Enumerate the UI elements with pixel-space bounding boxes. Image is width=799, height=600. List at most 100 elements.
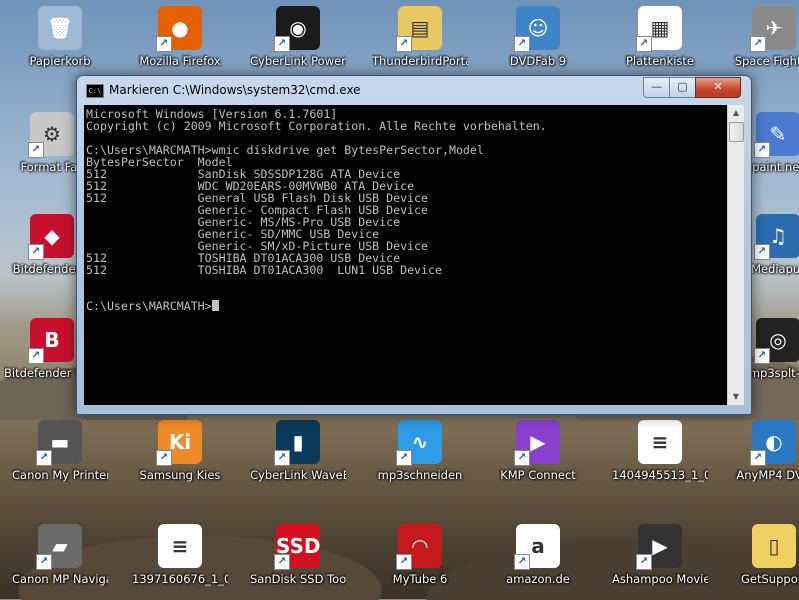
shortcut-arrow-icon: ↗	[754, 348, 770, 364]
desktop-icon-label: ThunderbirdPortable	[372, 54, 468, 68]
shortcut-arrow-icon: ↗	[28, 142, 44, 158]
bitdefender2-icon: B ↗	[28, 318, 74, 364]
sandisk-icon: SSD ↗	[274, 524, 321, 570]
vertical-scrollbar[interactable]: ▲ ▼	[727, 105, 744, 405]
desktop-icon-mp3schneiden[interactable]: ∿ ↗ mp3schneiden	[372, 420, 468, 482]
text-cursor	[211, 300, 219, 311]
desktop-icon-thunderbird[interactable]: ▤↗ ThunderbirdPortable	[372, 6, 468, 68]
desktop-icon-samsungkies[interactable]: Ki ↗ Samsung Kies	[132, 420, 228, 482]
mediaplayer-icon: ♫ ↗	[754, 214, 799, 260]
window-title: Markieren C:\Windows\system32\cmd.exe	[109, 83, 361, 97]
shortcut-arrow-icon: ↗	[750, 36, 766, 52]
desktop-icon-spacefighter[interactable]: ✈↗ Space Fighter	[726, 6, 799, 68]
power2go-icon: ◉ ↗	[274, 6, 320, 52]
shortcut-arrow-icon: ↗	[396, 450, 412, 466]
desktop-icon-label: DVDFab 9	[509, 54, 567, 68]
shortcut-arrow-icon: ↗	[36, 450, 52, 466]
shortcut-arrow-icon: ↗	[636, 554, 652, 570]
desktop-icon-label: SanDisk SSD Toolkit	[250, 572, 346, 586]
desktop-icon-firefox[interactable]: ● ↗ Mozilla Firefox	[132, 6, 228, 68]
shortcut-arrow-icon: ↗	[156, 450, 172, 466]
shortcut-arrow-icon: ↗	[28, 348, 44, 364]
desktop-icon-getsupport[interactable]: ▯ GetSupport	[726, 524, 799, 586]
desktop-icon-amazon[interactable]: a ↗ amazon.de	[490, 524, 586, 586]
close-button[interactable]: ✕	[695, 77, 741, 98]
anymp4-icon: ◐ ↗	[750, 420, 796, 466]
desktop-icon-label: Mozilla Firefox	[139, 54, 221, 68]
shortcut-arrow-icon: ↗	[396, 554, 412, 570]
desktop-icon-label: Canon MP Navigator EX 4.0	[12, 572, 108, 586]
xmlfile1-icon: ≡	[638, 420, 682, 464]
desktop-icon-mpnavigator[interactable]: ▰↗ Canon MP Navigator EX 4.0	[12, 524, 108, 586]
console-line: C:\Users\MARCMATH>	[86, 300, 727, 312]
desktop-icon-kmpconnect[interactable]: ▶ ↗ KMP Connect	[490, 420, 586, 482]
desktop-icon-label: GetSupport	[741, 572, 799, 586]
desktop-icon-mytube[interactable]: ◠ ↗ MyTube 6	[372, 524, 468, 586]
shortcut-arrow-icon: ↗	[36, 554, 52, 570]
desktop-icon-label: Samsung Kies	[139, 468, 221, 482]
desktop-icon-plattenkiste[interactable]: ▦ ↗ Plattenkiste	[612, 6, 708, 68]
window-titlebar[interactable]: C:\ Markieren C:\Windows\system32\cmd.ex…	[77, 76, 751, 104]
dvdfab-icon: ☺ ↗	[514, 6, 560, 52]
desktop-icon-label: KMP Connect	[500, 468, 576, 482]
shortcut-arrow-icon: ↗	[274, 554, 290, 570]
maximize-button[interactable]: ▢	[669, 77, 696, 98]
waveeditor-icon: ▮ ↗	[274, 420, 320, 466]
desktop-icon-label: 1397160676_1_01.xml	[132, 572, 228, 586]
desktop-icon-power2go[interactable]: ◉↗ CyberLink Power2Go	[250, 6, 346, 68]
shortcut-arrow-icon: ↗	[514, 36, 530, 52]
cmd-window[interactable]: C:\ Markieren C:\Windows\system32\cmd.ex…	[76, 75, 752, 415]
shortcut-arrow-icon: ↗	[396, 36, 412, 52]
desktop-icon-xmlfile2[interactable]: ≡ 1397160676_1_01.xml	[132, 524, 228, 586]
desktop-icon-label: amazon.de	[506, 572, 570, 586]
scroll-down-arrow-icon[interactable]: ▼	[728, 389, 744, 405]
ashampoo-icon: ▶ ↗	[636, 524, 682, 570]
desktop-icon-sandisk[interactable]: SSD↗ SanDisk SSD Toolkit	[250, 524, 346, 586]
desktop-icon-label: Ashampoo Movie Studio	[612, 572, 708, 586]
shortcut-arrow-icon: ↗	[750, 450, 766, 466]
shortcut-arrow-icon: ↗	[754, 244, 770, 260]
shortcut-arrow-icon: ↗	[274, 36, 290, 52]
thunderbird-icon: ▤ ↗	[396, 6, 442, 52]
minimize-button[interactable]: —	[643, 77, 670, 98]
desktop-icon-waveeditor[interactable]: ▮↗ CyberLink WaveEditor 2	[250, 420, 346, 482]
desktop-icon-papierkorb[interactable]: 🗑 Papierkorb	[12, 6, 108, 68]
shortcut-arrow-icon: ↗	[514, 554, 530, 570]
desktop-icon-label: MyTube 6	[392, 572, 448, 586]
shortcut-arrow-icon: ↗	[514, 450, 530, 466]
kmpconnect-icon: ▶ ↗	[514, 420, 560, 466]
mp3schneiden-icon: ∿ ↗	[396, 420, 442, 466]
formatfactory-icon: ⚙ ↗	[28, 112, 74, 158]
desktop-icon-label: CyberLink WaveEditor 2	[250, 468, 346, 482]
bitdefender1-icon: ◆ ↗	[28, 214, 74, 260]
shortcut-arrow-icon: ↗	[156, 36, 172, 52]
console-line: 512 TOSHIBA DT01ACA300 LUN1 USB Device	[86, 263, 442, 277]
cmd-icon[interactable]: C:\	[86, 84, 104, 98]
desktop-icon-label: Plattenkiste	[626, 54, 694, 68]
firefox-icon: ● ↗	[156, 6, 202, 52]
papierkorb-icon: 🗑	[38, 6, 82, 50]
desktop-icon-label: 1404945513_1_03.xml	[612, 468, 708, 482]
desktop-icon-label: Canon My Printer	[12, 468, 108, 482]
spacefighter-icon: ✈ ↗	[750, 6, 796, 52]
desktop-icon-ashampoo[interactable]: ▶↗ Ashampoo Movie Studio	[612, 524, 708, 586]
samsungkies-icon: Ki ↗	[156, 420, 202, 466]
desktop-icon-anymp4[interactable]: ◐↗ AnyMP4 DVD	[726, 420, 799, 482]
scroll-thumb[interactable]	[729, 122, 744, 142]
scroll-up-arrow-icon[interactable]: ▲	[728, 105, 744, 121]
xmlfile2-icon: ≡	[158, 524, 202, 568]
mytube-icon: ◠ ↗	[396, 524, 442, 570]
desktop-icon-label: AnyMP4 DVD	[736, 468, 799, 482]
getsupport-icon: ▯	[752, 524, 796, 568]
console-output[interactable]: Microsoft Windows [Version 6.1.7601] Copy…	[84, 105, 727, 405]
mpnavigator-icon: ▰ ↗	[36, 524, 82, 570]
paintnet-icon: ✎ ↗	[754, 112, 799, 158]
desktop-icon-label: Papierkorb	[29, 54, 91, 68]
desktop-icon-xmlfile1[interactable]: ≡ 1404945513_1_03.xml	[612, 420, 708, 482]
desktop-icon-label: CyberLink Power2Go	[250, 54, 346, 68]
plattenkiste-icon: ▦ ↗	[636, 6, 682, 52]
desktop-icon-canonprinter[interactable]: ▬ ↗ Canon My Printer	[12, 420, 108, 482]
mp3split-icon: ◎ ↗	[754, 318, 799, 364]
desktop-icon-dvdfab[interactable]: ☺ ↗ DVDFab 9	[490, 6, 586, 68]
